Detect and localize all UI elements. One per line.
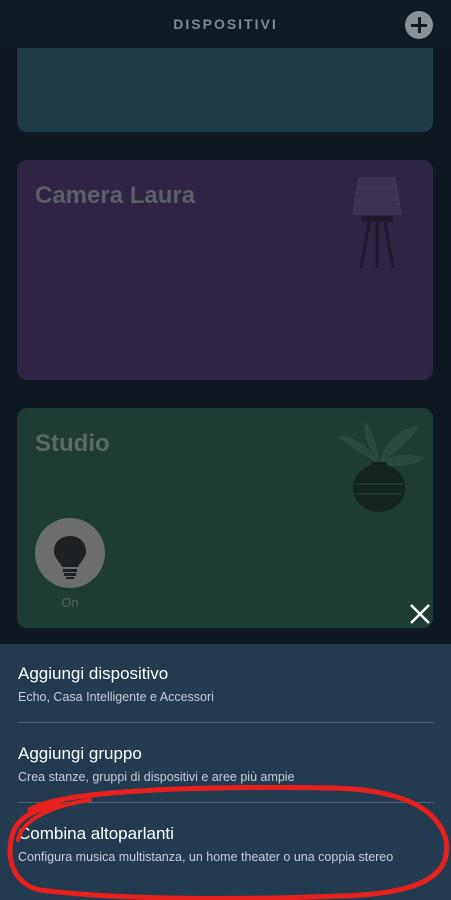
plant-vase-icon (337, 422, 425, 512)
option-label: Aggiungi dispositivo (18, 664, 169, 683)
add-device-option[interactable]: Aggiungi dispositivo Echo, Casa Intellig… (18, 664, 434, 704)
room-name: Camera Laura (35, 182, 196, 209)
option-label: Aggiungi gruppo (18, 744, 142, 763)
option-label: Combina altoparlanti (18, 824, 174, 843)
page-title: DISPOSITIVI (173, 16, 278, 32)
close-icon[interactable] (406, 600, 434, 628)
lightbulb-toggle-button[interactable] (35, 518, 105, 588)
device-status: On (61, 595, 79, 610)
floor-lamp-icon (352, 177, 402, 269)
lightbulb-icon (54, 536, 86, 579)
room-card[interactable] (17, 48, 433, 132)
option-description: Echo, Casa Intelligente e Accessori (18, 690, 214, 704)
divider (18, 722, 434, 723)
room-card-studio[interactable]: Studio On (17, 408, 433, 628)
plus-circle-icon[interactable] (405, 11, 433, 39)
option-description: Crea stanze, gruppi di dispositivi e are… (18, 770, 295, 784)
room-name: Studio (35, 430, 110, 457)
combine-speakers-option[interactable]: Combina altoparlanti Configura musica mu… (18, 824, 434, 864)
action-sheet: Aggiungi dispositivo Echo, Casa Intellig… (0, 644, 451, 900)
divider (18, 802, 434, 803)
option-description: Configura musica multistanza, un home th… (18, 850, 394, 864)
top-bar: DISPOSITIVI (0, 0, 451, 48)
add-group-option[interactable]: Aggiungi gruppo Crea stanze, gruppi di d… (18, 744, 434, 784)
room-card-camera-laura[interactable]: Camera Laura (17, 160, 433, 380)
